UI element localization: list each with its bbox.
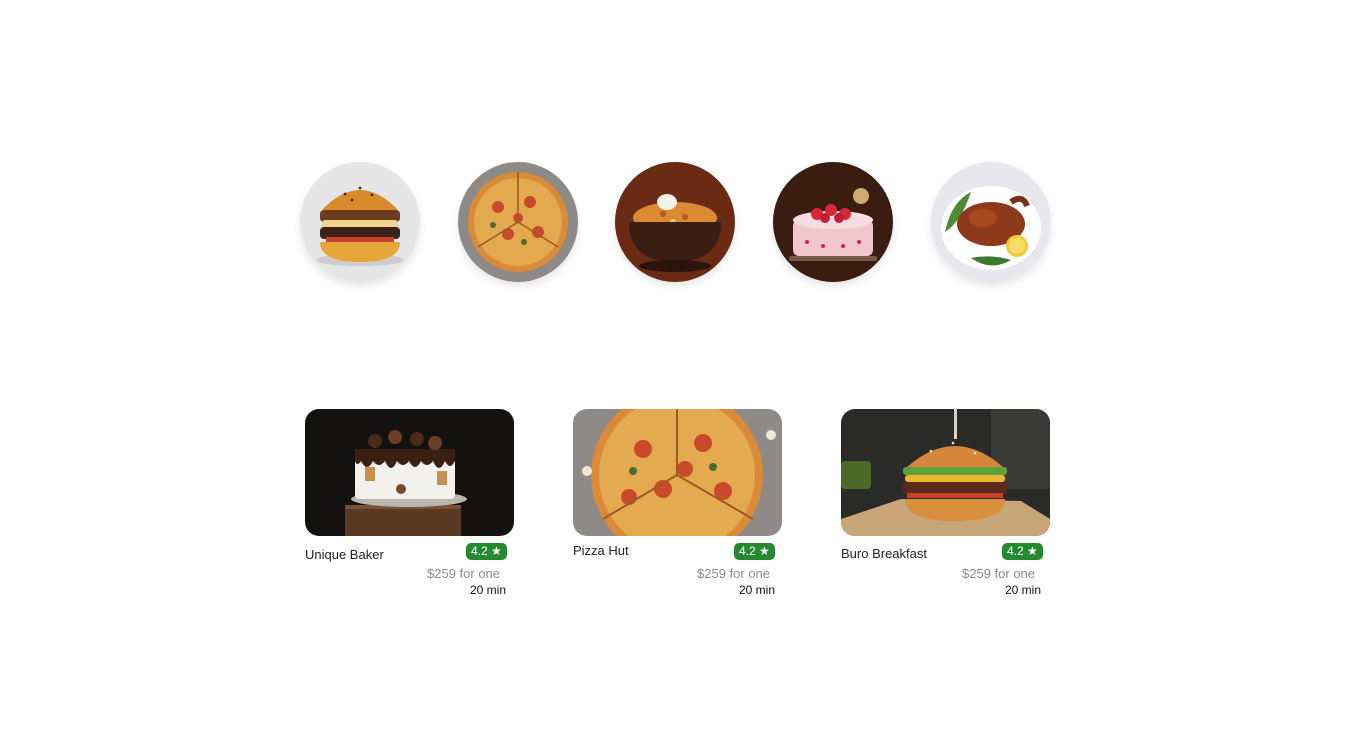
restaurant-image [841,409,1050,536]
delivery-time: 20 min [739,583,776,597]
rating-badge: 4.2 ★ [734,543,775,560]
delivery-time: 20 min [470,583,507,597]
rating-badge: 4.2 ★ [466,543,507,560]
price-text: $259 for one [697,566,771,581]
category-burger[interactable] [300,162,420,282]
restaurant-card-pizza-hut[interactable]: Pizza Hut 4.2 ★ $259 for one 20 min [573,409,782,597]
delivery-time: 20 min [1005,583,1042,597]
price-text: $259 for one [427,566,501,581]
cake-image-icon [305,409,514,536]
burger-image-icon [841,409,1050,536]
category-cake[interactable] [773,162,893,282]
restaurant-name: Unique Baker [305,547,384,562]
category-biryani[interactable] [615,162,735,282]
roast-chicken-icon [931,162,1051,282]
restaurant-image [305,409,514,536]
burger-icon [300,162,420,282]
pizza-image-icon [573,409,782,536]
cake-icon [773,162,893,282]
restaurant-image [573,409,782,536]
category-pizza[interactable] [458,162,578,282]
restaurant-card-unique-baker[interactable]: Unique Baker 4.2 ★ $259 for one 20 min [305,409,514,597]
restaurant-card-buro-breakfast[interactable]: Buro Breakfast 4.2 ★ $259 for one 20 min [841,409,1050,597]
biryani-icon [615,162,735,282]
price-text: $259 for one [962,566,1036,581]
rating-badge: 4.2 ★ [1002,543,1043,560]
pizza-icon [458,162,578,282]
restaurant-name: Buro Breakfast [841,546,927,561]
category-chicken[interactable] [931,162,1051,282]
restaurant-name: Pizza Hut [573,543,629,558]
